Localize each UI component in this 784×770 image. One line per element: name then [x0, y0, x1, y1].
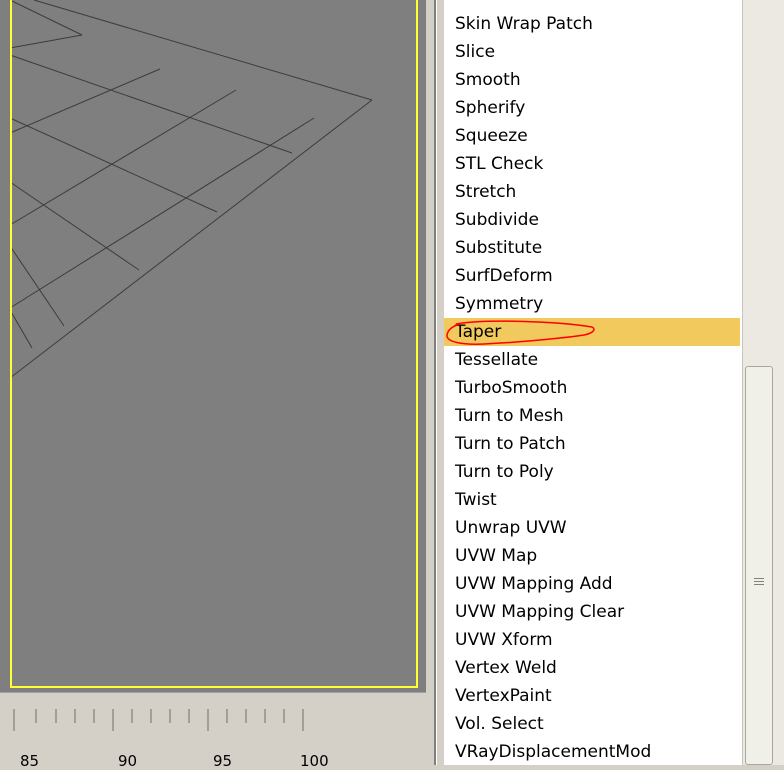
list-item[interactable]: Turn to Patch: [444, 430, 740, 458]
list-item[interactable]: Tessellate: [444, 346, 740, 374]
list-item[interactable]: Spherify: [444, 94, 740, 122]
list-item[interactable]: Twist: [444, 486, 740, 514]
list-item[interactable]: Turn to Mesh: [444, 402, 740, 430]
list-item[interactable]: Substitute: [444, 234, 740, 262]
list-item[interactable]: Turn to Poly: [444, 458, 740, 486]
list-item[interactable]: Skin Wrap Patch: [444, 10, 740, 38]
grip-lines-icon: [754, 578, 764, 579]
ruler-label: 95: [213, 752, 233, 770]
list-item[interactable]: Symmetry: [444, 290, 740, 318]
list-item[interactable]: UVW Xform: [444, 626, 740, 654]
panel-divider[interactable]: [426, 0, 444, 765]
list-item[interactable]: UVW Mapping Add: [444, 570, 740, 598]
list-item[interactable]: UVW Mapping Clear: [444, 598, 740, 626]
list-item[interactable]: VertexPaint: [444, 682, 740, 710]
list-item[interactable]: SurfDeform: [444, 262, 740, 290]
list-item-selected[interactable]: Taper: [444, 318, 740, 346]
list-item[interactable]: Smooth: [444, 66, 740, 94]
list-item[interactable]: Slice: [444, 38, 740, 66]
list-item[interactable]: TurboSmooth: [444, 374, 740, 402]
list-item[interactable]: Squeeze: [444, 122, 740, 150]
viewport-grid: [9, 0, 373, 379]
scrollbar-thumb[interactable]: [745, 366, 773, 765]
divider-ridge: [434, 0, 437, 765]
list-item[interactable]: UVW Map: [444, 542, 740, 570]
viewport[interactable]: [0, 0, 426, 692]
ruler-label: 85: [20, 752, 40, 770]
list-item[interactable]: Subdivide: [444, 206, 740, 234]
list-scrollbar[interactable]: [742, 0, 784, 765]
list-item[interactable]: Unwrap UVW: [444, 514, 740, 542]
grip-lines-icon: [754, 581, 764, 582]
modifier-list[interactable]: Skin Wrap Patch Slice Smooth Spherify Sq…: [444, 0, 742, 765]
list-item[interactable]: Vol. Select: [444, 710, 740, 738]
list-item[interactable]: VRayDisplacementMod: [444, 738, 740, 765]
ruler-label: 100: [300, 752, 329, 770]
list-item[interactable]: Vertex Weld: [444, 654, 740, 682]
ruler-label: 90: [118, 752, 138, 770]
grip-lines-icon: [754, 584, 764, 585]
list-item[interactable]: Stretch: [444, 178, 740, 206]
list-item[interactable]: STL Check: [444, 150, 740, 178]
